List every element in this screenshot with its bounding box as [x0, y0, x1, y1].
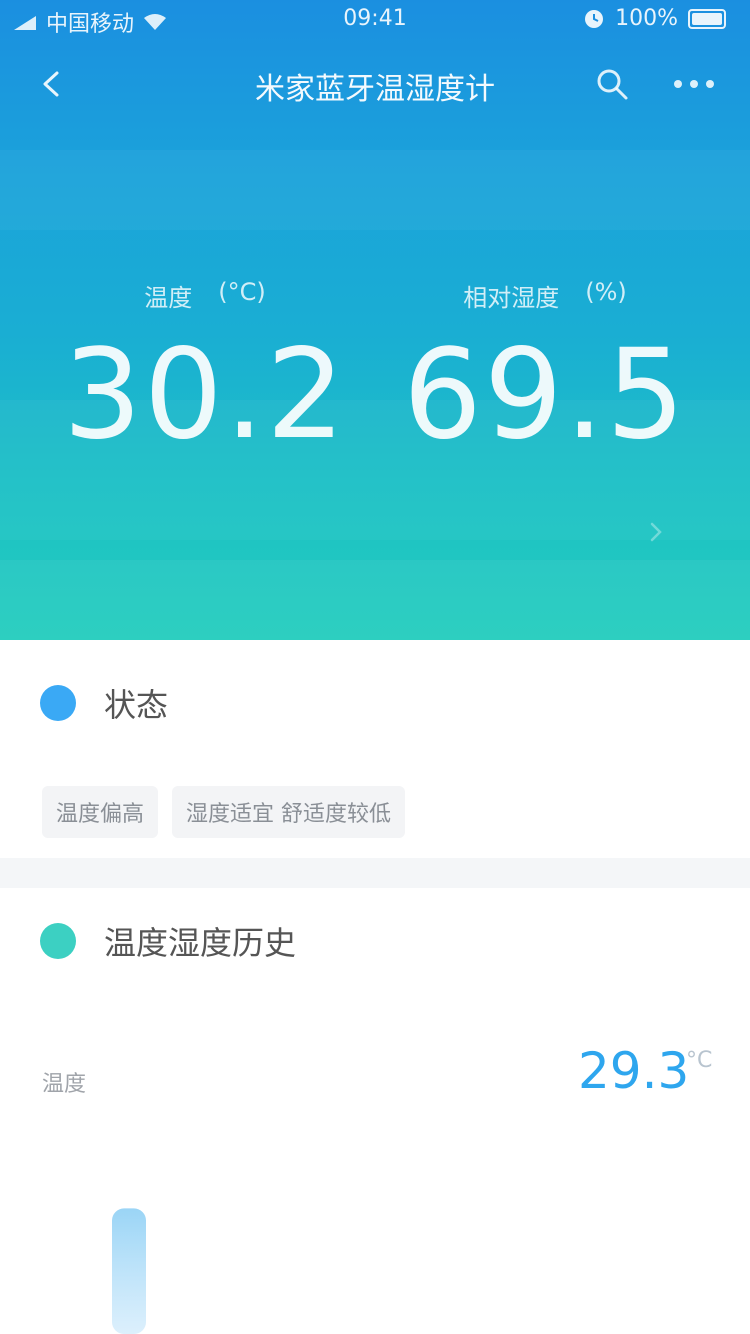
- status-dot: [40, 685, 76, 721]
- status-tags: 温度偏高 湿度适宜 舒适度较低: [42, 786, 406, 838]
- history-chart: [112, 1208, 146, 1334]
- temperature-unit: (°C): [218, 278, 266, 306]
- status-card: 状态 温度偏高 湿度适宜 舒适度较低: [0, 640, 750, 858]
- status-right: 100%: [583, 6, 726, 31]
- humidity-value: 69.5: [402, 323, 688, 467]
- history-dot: [40, 923, 76, 959]
- history-card[interactable]: 温度湿度历史 温度 29.3 °C: [0, 888, 750, 1334]
- temperature-reading[interactable]: 温度 (°C) 30.2: [40, 278, 370, 460]
- chevron-left-icon: [43, 71, 59, 97]
- battery-icon: [688, 8, 726, 29]
- chevron-right-icon[interactable]: [642, 518, 670, 546]
- app-screen: 中国移动 09:41 100% 米家蓝牙温湿度计 温度 (°C) 30.2 相对…: [0, 0, 750, 1334]
- status-tag: 湿度适宜 舒适度较低: [172, 786, 406, 838]
- history-label: 温度: [42, 1072, 87, 1097]
- status-section-header: 状态: [40, 680, 168, 726]
- temperature-value: 30.2: [62, 323, 348, 467]
- history-value: 29.3: [578, 1042, 690, 1100]
- hero-band: [0, 150, 750, 230]
- history-section-header: 温度湿度历史: [40, 918, 296, 964]
- chart-bar: [112, 1208, 146, 1334]
- search-icon: [597, 69, 628, 100]
- humidity-reading[interactable]: 相对湿度 (%) 69.5: [380, 278, 710, 460]
- more-button[interactable]: [666, 62, 722, 106]
- status-title: 状态: [104, 686, 169, 724]
- chart-bars: [112, 1208, 146, 1334]
- humidity-label: 相对湿度: [463, 284, 560, 312]
- status-tag: 温度偏高: [42, 786, 159, 838]
- more-icon: [674, 80, 714, 88]
- humidity-unit: (%): [585, 278, 627, 306]
- status-bar: 中国移动 09:41 100%: [0, 0, 750, 40]
- humidity-labels: 相对湿度 (%): [380, 278, 710, 312]
- alarm-icon: [583, 8, 605, 30]
- page-title: 米家蓝牙温湿度计: [255, 72, 495, 107]
- temperature-labels: 温度 (°C): [40, 278, 370, 312]
- search-button[interactable]: [590, 62, 634, 106]
- hero-band: [0, 560, 750, 640]
- battery-percent: 100%: [615, 6, 678, 31]
- history-title: 温度湿度历史: [104, 924, 297, 962]
- back-button[interactable]: [30, 62, 74, 106]
- temperature-label: 温度: [144, 284, 193, 312]
- history-unit: °C: [686, 1048, 713, 1073]
- navbar: 米家蓝牙温湿度计: [0, 40, 750, 128]
